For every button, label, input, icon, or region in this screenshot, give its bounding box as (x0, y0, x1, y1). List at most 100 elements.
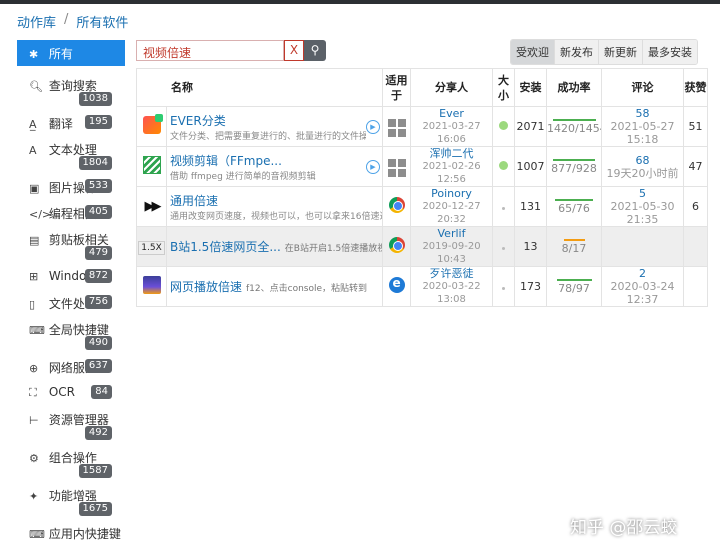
keyboard-icon: ⌨ (29, 324, 45, 337)
software-description: 文件分类、把需要重复进行的、批量进行的文件操作制作... (170, 131, 366, 142)
sidebar-item-windows[interactable]: ⊞ Windows 872 (17, 264, 125, 290)
comment-time: 19天20小时前 (606, 166, 679, 180)
column-header-comments[interactable]: 评论 (601, 68, 684, 107)
search-input[interactable]: 视频倍速 (136, 40, 284, 61)
image-icon: ▣ (29, 182, 40, 195)
count-badge: 637 (84, 359, 112, 373)
success-rate-bar (556, 278, 592, 281)
software-name-link[interactable]: 视频剪辑（FFmpe... (170, 152, 366, 169)
share-date: 2020-03-22 13:08 (422, 281, 481, 305)
sort-tabs: 受欢迎 新发布 新更新 最多安装 (510, 39, 698, 65)
success-rate-text: 1420/1454 (547, 121, 602, 135)
table-row[interactable]: 网页播放倍速 f12、点击console，粘贴转到 歹许恶徒2020-03-22 … (136, 266, 708, 307)
sidebar-item-global-hotkey[interactable]: ⌨ 全局快捷键 490 (17, 316, 125, 354)
breadcrumb-current[interactable]: 所有软件 (76, 12, 128, 31)
success-rate-text: 877/928 (551, 161, 597, 175)
sidebar-item-label: 功能增强 (48, 489, 97, 503)
asterisk-icon: ✱ (29, 48, 39, 61)
search-button[interactable]: ⚲ (304, 40, 326, 61)
comment-count-link[interactable]: 5 (603, 188, 683, 201)
sidebar-item-label: 应用内快捷键 (48, 527, 121, 541)
tab-updated[interactable]: 新更新 (599, 40, 643, 64)
column-header-size[interactable]: 大小 (492, 68, 515, 107)
sidebar-item-image[interactable]: ▣ 图片操作 533 (17, 174, 125, 200)
share-date: 2021-02-26 12:56 (422, 161, 481, 185)
play-icon[interactable]: ▶ (366, 119, 380, 134)
sidebar-item-network[interactable]: ⊕ 网络服务 637 (17, 354, 125, 380)
sidebar-item-all[interactable]: ✱ 所有 (17, 40, 125, 66)
software-description: 在B站开启1.5倍速播放视频 (284, 244, 382, 254)
success-rate-text: 65/76 (558, 201, 590, 215)
fast-forward-icon: ▶▶ (144, 199, 162, 214)
like-count: 51 (683, 106, 708, 147)
keyboard-icon: ⌨ (29, 528, 45, 541)
success-rate-bar (555, 198, 593, 201)
install-count: 131 (514, 186, 547, 227)
sidebar-item-label: 资源管理器 (48, 413, 109, 427)
count-badge: 533 (84, 179, 112, 193)
chrome-icon (388, 197, 405, 213)
tab-newest[interactable]: 新发布 (555, 40, 599, 64)
sidebar-item-clipboard[interactable]: ▤ 剪贴板相关 479 (17, 226, 125, 264)
count-badge: 84 (91, 385, 112, 399)
comment-count-link[interactable]: 68 (603, 154, 683, 167)
table-row[interactable]: 1.5X B站1.5倍速网页全...在B站开启1.5倍速播放视频 Verlif2… (136, 226, 708, 267)
column-header-installs[interactable]: 安装 (514, 68, 547, 107)
sidebar-item-label: 文本处理 (48, 143, 97, 157)
globe-icon: ⊕ (29, 362, 39, 375)
sidebar-item-search[interactable]: 🔍︎ 查询搜索 1038 (17, 72, 125, 110)
sidebar-item-code[interactable]: </> 编程相关 405 (17, 200, 125, 226)
table-row[interactable]: ▶▶ 通用倍速 通用改变网页速度，视频也可以，也可以拿来16倍速通... Poi… (136, 186, 708, 227)
table-row[interactable]: 视频剪辑（FFmpe... 借助 ffmpeg 进行简单的音视频剪辑 ▶ 浑帅二… (136, 146, 708, 187)
success-rate-bar (552, 118, 596, 121)
sharer-name[interactable]: Poinory (412, 188, 492, 201)
like-count (683, 266, 708, 307)
sharer-name[interactable]: 浑帅二代 (412, 148, 492, 161)
software-name-link[interactable]: EVER分类 (170, 112, 366, 129)
software-name-link[interactable]: 通用倍速 (170, 192, 382, 209)
software-name-link[interactable]: 网页播放倍速 (170, 280, 242, 294)
speed-badge-icon: 1.5X (138, 241, 165, 255)
watermark: 知乎 @邵云蛟 (570, 518, 678, 538)
count-badge: 479 (84, 246, 112, 260)
sidebar-item-ocr[interactable]: ⛶ OCR 84 (17, 380, 125, 406)
software-table: 名称 适用于 分享人 大小 安装 成功率 评论 获赞 EVER分类 文件分类、把… (136, 68, 708, 307)
tab-popular[interactable]: 受欢迎 (511, 40, 555, 64)
sidebar-item-text[interactable]: A 文本处理 1804 (17, 136, 125, 174)
sidebar-item-translate[interactable]: A̲ 翻译 195 (17, 110, 125, 136)
column-header-sharer[interactable]: 分享人 (410, 68, 493, 107)
tab-most-installed[interactable]: 最多安装 (643, 40, 697, 64)
sidebar-item-app-hotkey[interactable]: ⌨ 应用内快捷键 (17, 520, 125, 546)
column-header-rate[interactable]: 成功率 (546, 68, 602, 107)
size-indicator (502, 207, 505, 210)
sidebar-item-label: 翻译 (48, 117, 73, 131)
table-row[interactable]: EVER分类 文件分类、把需要重复进行的、批量进行的文件操作制作... ▶ Ev… (136, 106, 708, 147)
software-name-link[interactable]: B站1.5倍速网页全... (170, 240, 281, 254)
count-badge: 490 (84, 336, 112, 350)
software-description: 通用改变网页速度，视频也可以，也可以拿来16倍速通... (170, 211, 383, 222)
column-header-name[interactable]: 名称 (136, 68, 383, 107)
column-header-likes[interactable]: 获赞 (683, 68, 708, 107)
sidebar-item-label: OCR (48, 385, 75, 399)
clear-search-button[interactable]: X (284, 40, 304, 61)
install-count: 173 (514, 266, 547, 307)
comment-time: 2020-03-24 12:37 (610, 280, 675, 306)
comment-count-link[interactable]: 58 (603, 108, 683, 121)
breadcrumb-root[interactable]: 动作库 (17, 12, 56, 31)
ocr-icon: ⛶ (29, 386, 37, 399)
sitemap-icon: ⊢ (29, 414, 39, 427)
sidebar-item-explorer[interactable]: ⊢ 资源管理器 492 (17, 406, 125, 444)
magic-icon: ✦ (29, 490, 39, 503)
sharer-name[interactable]: Ever (412, 108, 492, 121)
sidebar-item-combo[interactable]: ⚙ 组合操作 1587 (17, 444, 125, 482)
size-indicator (502, 247, 505, 250)
column-header-platform[interactable]: 适用于 (382, 68, 411, 107)
play-icon[interactable]: ▶ (366, 159, 380, 174)
sidebar-item-file[interactable]: ▯ 文件处理 756 (17, 290, 125, 316)
sharer-name[interactable]: Verlif (412, 228, 492, 241)
software-description: 借助 ffmpeg 进行简单的音视频剪辑 (170, 171, 316, 182)
sidebar-item-enhance[interactable]: ✦ 功能增强 1675 (17, 482, 125, 520)
comment-time: 2021-05-30 21:35 (610, 200, 675, 226)
sharer-name[interactable]: 歹许恶徒 (412, 268, 492, 281)
comment-count-link[interactable]: 2 (603, 268, 683, 281)
